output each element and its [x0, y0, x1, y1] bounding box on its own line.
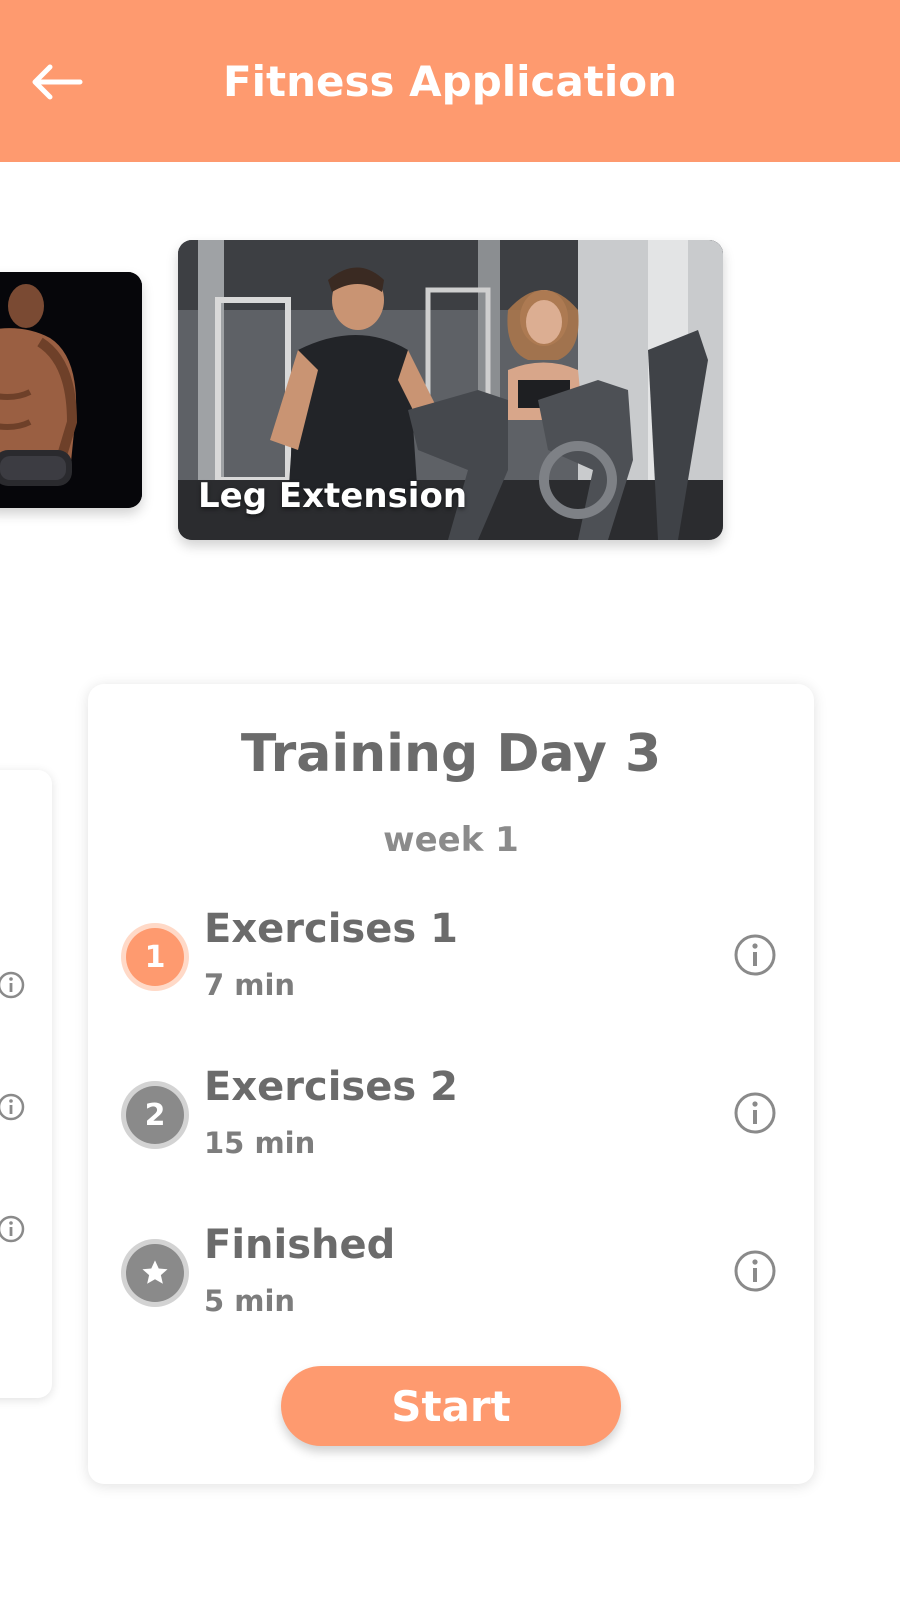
step-name: Exercises 2	[204, 1064, 458, 1110]
carousel-card-leg-extension[interactable]: Leg Extension	[178, 240, 723, 540]
info-icon[interactable]	[732, 932, 778, 978]
bodybuilder-photo	[0, 272, 142, 508]
training-card: Training Day 3 week 1 1 Exercises 1 7 mi…	[88, 684, 814, 1484]
step-number-badge: 2	[126, 1086, 184, 1144]
star-icon	[142, 1260, 168, 1284]
step-item-exercises-2[interactable]: 2 Exercises 2 15 min	[88, 1060, 814, 1170]
step-item-exercises-1[interactable]: 1 Exercises 1 7 min	[88, 902, 814, 1012]
page-title: Fitness Application	[222, 57, 678, 106]
training-week: week 1	[383, 820, 519, 860]
step-star-badge	[126, 1244, 184, 1302]
step-duration: 15 min	[204, 1126, 316, 1160]
training-title: Training Day 3	[240, 724, 662, 784]
carousel-card-label: Leg Extension	[198, 476, 468, 516]
info-icon[interactable]	[732, 1248, 778, 1294]
exercise-carousel[interactable]: Leg Extension	[0, 200, 900, 580]
step-item-finished[interactable]: Finished 5 min	[88, 1218, 814, 1328]
step-name: Finished	[204, 1222, 396, 1268]
info-icon	[0, 1093, 25, 1121]
info-icon	[0, 1215, 25, 1243]
info-icon	[0, 971, 25, 999]
info-icon[interactable]	[732, 1090, 778, 1136]
carousel-card-prev[interactable]	[0, 272, 142, 508]
step-duration: 7 min	[204, 968, 296, 1002]
app-screen: Fitness Application Leg Extension Traini…	[0, 0, 900, 1600]
step-name: Exercises 1	[204, 906, 458, 952]
start-button[interactable]: Start	[281, 1366, 621, 1446]
app-header: Fitness Application	[0, 0, 900, 162]
training-card-prev[interactable]	[0, 770, 52, 1398]
step-duration: 5 min	[204, 1284, 296, 1318]
step-number-badge: 1	[126, 928, 184, 986]
